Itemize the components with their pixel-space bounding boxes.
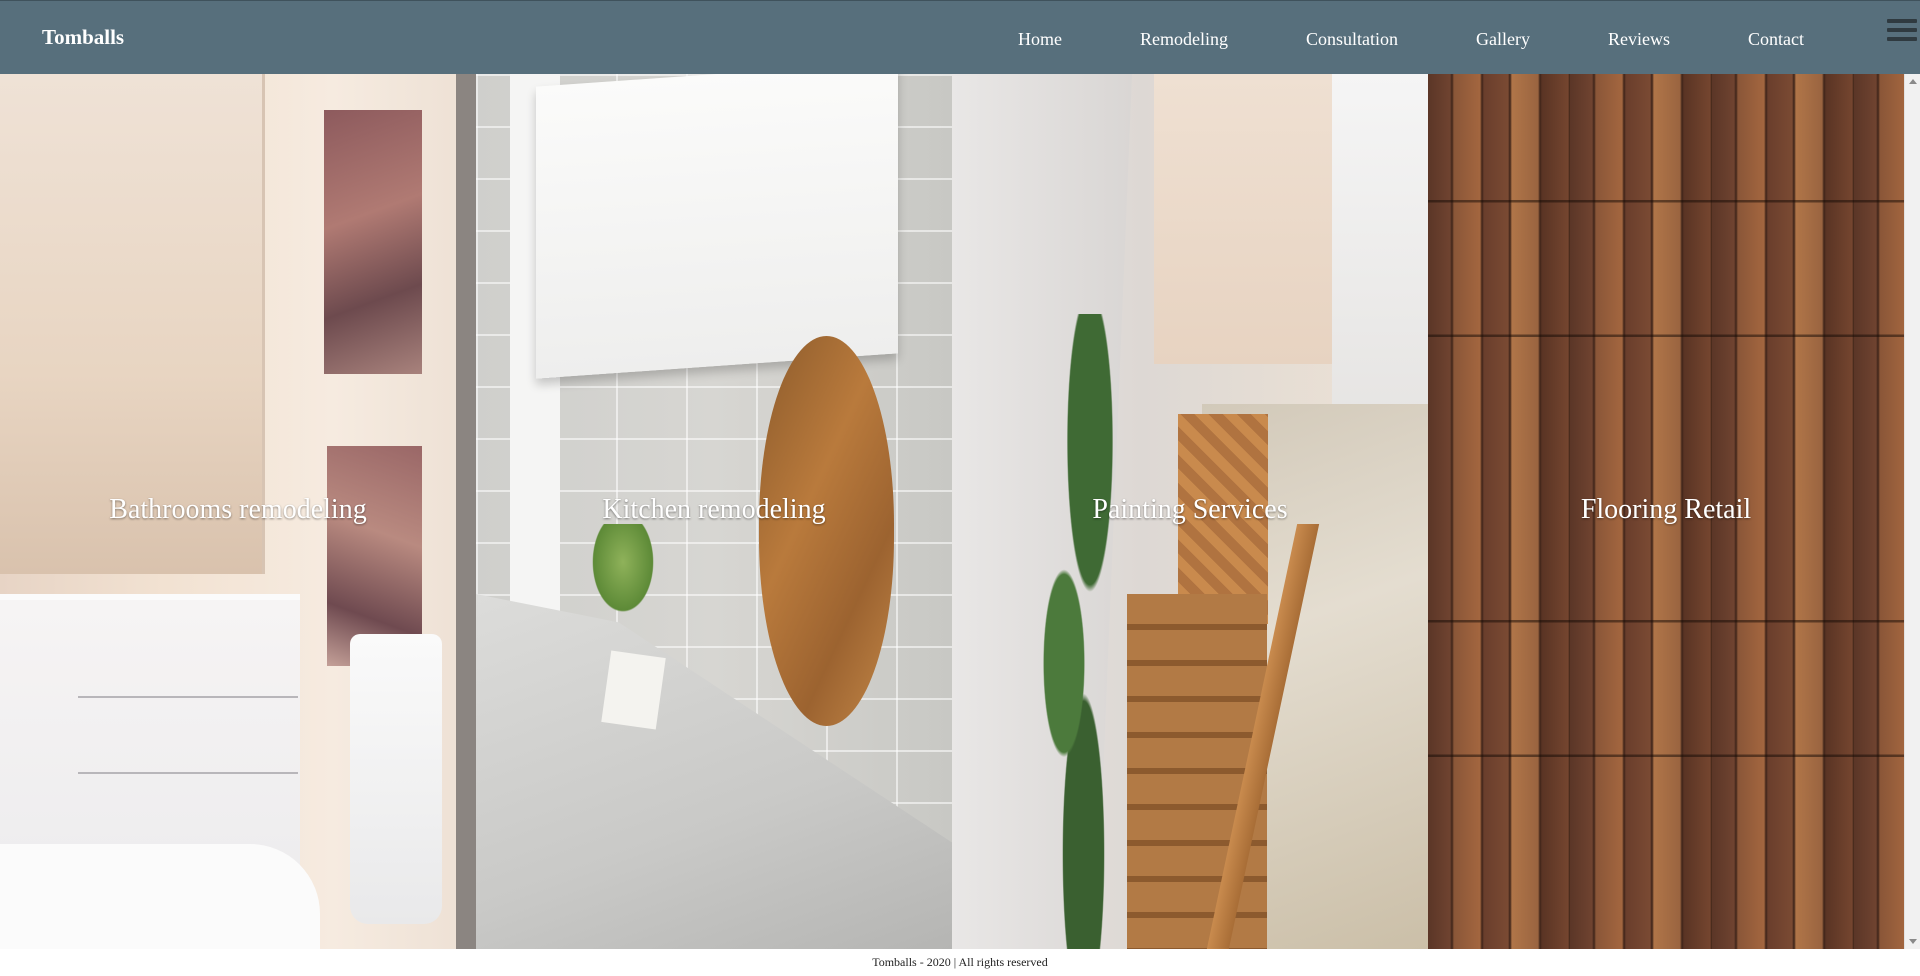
service-panels: Bathrooms remodeling Kitchen remodeling …: [0, 74, 1904, 949]
nav-link-consultation[interactable]: Consultation: [1306, 29, 1398, 50]
vanity-drawer-line: [78, 772, 298, 774]
brand-logo-text[interactable]: Tomballs: [42, 25, 124, 50]
kitchen-towel: [601, 650, 666, 730]
vanity-drawer-line: [78, 696, 298, 698]
nav-link-contact[interactable]: Contact: [1748, 29, 1804, 50]
hamburger-menu-icon[interactable]: [1887, 19, 1917, 41]
hanging-plants: [1012, 314, 1142, 949]
page-footer: Tomballs - 2020 | All rights reserved: [0, 949, 1920, 976]
wall-art-upper: [324, 110, 422, 374]
panel-flooring[interactable]: Flooring Retail: [1428, 74, 1904, 949]
hamburger-bar: [1887, 28, 1917, 32]
cutting-board: [759, 336, 894, 726]
main-nav: Home Remodeling Consultation Gallery Rev…: [968, 25, 1804, 53]
hamburger-bar: [1887, 37, 1917, 41]
scroll-down-arrow-icon[interactable]: [1909, 939, 1917, 944]
nav-link-remodeling[interactable]: Remodeling: [1140, 29, 1228, 50]
kitchen-upper-cabinet: [536, 74, 898, 379]
top-navbar: Tomballs Home Remodeling Consultation Ga…: [0, 0, 1920, 74]
kitchen-plant: [588, 524, 658, 619]
panel-painting[interactable]: Painting Services: [952, 74, 1428, 949]
panel-label-bathrooms: Bathrooms remodeling: [109, 494, 367, 525]
skylight-window: [1154, 74, 1344, 364]
panel-label-painting: Painting Services: [1092, 494, 1288, 525]
nav-link-reviews[interactable]: Reviews: [1608, 29, 1670, 50]
panel-label-kitchen: Kitchen remodeling: [602, 494, 826, 525]
bathroom-toilet: [350, 634, 442, 924]
footer-copyright: Tomballs - 2020 | All rights reserved: [872, 955, 1048, 969]
scroll-up-arrow-icon[interactable]: [1909, 79, 1917, 84]
vertical-scrollbar[interactable]: [1904, 74, 1920, 949]
panel-kitchen[interactable]: Kitchen remodeling: [476, 74, 952, 949]
hamburger-bar: [1887, 19, 1917, 23]
panel-label-flooring: Flooring Retail: [1580, 494, 1752, 525]
wall-art-lower: [327, 446, 422, 666]
nav-link-home[interactable]: Home: [1018, 29, 1062, 50]
nav-link-gallery[interactable]: Gallery: [1476, 29, 1530, 50]
panel-bathrooms[interactable]: Bathrooms remodeling: [0, 74, 476, 949]
bathroom-tub: [0, 844, 320, 949]
